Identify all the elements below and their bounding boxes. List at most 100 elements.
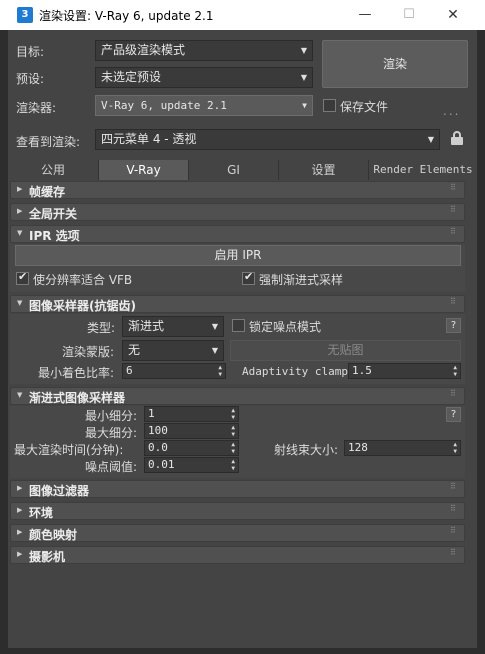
maximize-icon[interactable]: ☐	[387, 0, 431, 30]
rollout-ipr-options[interactable]: ▼ IPR 选项 ⠿	[10, 225, 465, 243]
noise-threshold-label: 噪点阈值:	[85, 460, 138, 474]
window-border-left	[0, 30, 8, 654]
window-title: 渲染设置: V-Ray 6, update 2.1	[39, 9, 214, 23]
tab-common[interactable]: 公用	[8, 160, 98, 180]
window-border-bottom	[0, 648, 485, 654]
rollout-global-switches[interactable]: ▶ 全局开关 ⠿	[10, 203, 465, 221]
rollout-title: 环境	[29, 506, 54, 520]
render-button[interactable]: 渲染	[322, 40, 468, 88]
minimize-icon[interactable]: —	[343, 0, 387, 30]
window-border-right	[477, 30, 485, 654]
no-map-button[interactable]: 无贴图	[230, 340, 461, 361]
grip-icon: ⠿	[450, 504, 456, 513]
lock-icon[interactable]	[451, 131, 463, 145]
rollout-title: 全局开关	[29, 207, 78, 221]
grip-icon: ⠿	[450, 227, 456, 236]
chevron-down-icon: ▼	[211, 346, 218, 355]
preset-label: 预设:	[16, 72, 45, 86]
grip-icon: ⠿	[450, 482, 456, 491]
adaptivity-label: Adaptivity clamp:	[242, 365, 355, 378]
render-mask-dropdown[interactable]: 无 ▼	[122, 340, 224, 361]
spinner-arrows-icon[interactable]: ▲ ▼	[231, 441, 235, 455]
expand-arrow-icon: ▶	[17, 484, 23, 492]
renderer-value: V-Ray 6, update 2.1	[101, 99, 227, 112]
max-subdivs-spinner[interactable]: 100 ▲ ▼	[144, 423, 239, 439]
target-label: 目标:	[16, 45, 45, 59]
tab-render-elements[interactable]: Render Elements	[368, 160, 477, 180]
rollout-frame-buffer[interactable]: ▶ 帧缓存 ⠿	[10, 181, 465, 199]
spinner-arrows-icon[interactable]: ▲ ▼	[218, 364, 222, 378]
force-progressive-checkbox[interactable]	[242, 270, 255, 285]
rollout-image-filter[interactable]: ▶ 图像过滤器 ⠿	[10, 480, 465, 498]
rollout-title: 帧缓存	[29, 185, 66, 199]
min-shading-value: 6	[126, 364, 133, 377]
spinner-arrows-icon[interactable]: ▲ ▼	[453, 364, 457, 378]
min-subdivs-label: 最小细分:	[85, 409, 138, 423]
sampler-type-dropdown[interactable]: 渐进式 ▼	[122, 316, 224, 337]
collapse-arrow-icon: ▼	[17, 391, 23, 399]
render-mask-label: 渲染蒙版:	[62, 345, 115, 359]
expand-arrow-icon: ▶	[17, 185, 23, 193]
rollout-title: 摄影机	[29, 550, 66, 564]
rollout-color-mapping[interactable]: ▶ 颜色映射 ⠿	[10, 524, 465, 542]
noise-threshold-spinner[interactable]: 0.01 ▲ ▼	[144, 457, 239, 473]
fit-resolution-checkbox[interactable]	[16, 270, 29, 285]
save-file-label: 保存文件	[340, 100, 389, 114]
spinner-arrows-icon[interactable]: ▲ ▼	[231, 458, 235, 472]
grip-icon: ⠿	[450, 548, 456, 557]
view-value: 四元菜单 4 - 透视	[101, 132, 197, 146]
progressive-help-button[interactable]: ?	[446, 407, 461, 422]
app-icon: 3	[17, 7, 33, 23]
min-shading-spinner[interactable]: 6 ▲ ▼	[122, 363, 226, 379]
bundle-size-spinner[interactable]: 128 ▲ ▼	[344, 440, 461, 456]
sampler-type-value: 渐进式	[128, 319, 165, 333]
spinner-arrows-icon[interactable]: ▲ ▼	[231, 424, 235, 438]
rollout-title: 图像采样器(抗锯齿)	[29, 299, 136, 313]
spinner-arrows-icon[interactable]: ▲ ▼	[231, 407, 235, 421]
save-file-browse-button[interactable]: ...	[443, 104, 460, 118]
rollout-title: 颜色映射	[29, 528, 78, 542]
grip-icon: ⠿	[450, 205, 456, 214]
min-subdivs-spinner[interactable]: 1 ▲ ▼	[144, 406, 239, 422]
grip-icon: ⠿	[450, 526, 456, 535]
renderer-dropdown[interactable]: V-Ray 6, update 2.1 ▼	[95, 95, 313, 116]
enable-ipr-button[interactable]: 启用 IPR	[15, 245, 461, 266]
tab-settings[interactable]: 设置	[278, 160, 368, 180]
lock-noise-label: 锁定噪点模式	[249, 320, 322, 334]
preset-value: 未选定预设	[101, 70, 162, 84]
rollout-progressive-sampler[interactable]: ▼ 渐进式图像采样器 ⠿	[10, 387, 465, 405]
rollout-title: 图像过滤器	[29, 484, 90, 498]
tab-bar: 公用 V-Ray GI 设置 Render Elements	[8, 160, 477, 180]
target-dropdown[interactable]: 产品级渲染模式 ▼	[95, 40, 313, 61]
tab-gi[interactable]: GI	[188, 160, 278, 180]
lock-noise-checkbox[interactable]	[232, 319, 245, 332]
sampler-help-button[interactable]: ?	[446, 318, 461, 333]
rollout-image-sampler[interactable]: ▼ 图像采样器(抗锯齿) ⠿	[10, 295, 465, 313]
view-dropdown[interactable]: 四元菜单 4 - 透视 ▼	[95, 129, 440, 150]
save-file-checkbox[interactable]	[323, 99, 336, 112]
rollout-environment[interactable]: ▶ 环境 ⠿	[10, 502, 465, 520]
max-time-spinner[interactable]: 0.0 ▲ ▼	[144, 440, 239, 456]
adaptivity-spinner[interactable]: 1.5 ▲ ▼	[348, 363, 461, 379]
chevron-down-icon: ▼	[300, 46, 307, 55]
close-icon[interactable]: ✕	[431, 0, 475, 30]
chevron-down-icon: ▼	[211, 322, 218, 331]
grip-icon: ⠿	[450, 389, 456, 398]
collapse-arrow-icon: ▼	[17, 229, 23, 237]
expand-arrow-icon: ▶	[17, 550, 23, 558]
min-subdivs-value: 1	[148, 407, 155, 420]
tab-vray[interactable]: V-Ray	[98, 160, 188, 180]
max-time-label: 最大渲染时间(分钟):	[14, 443, 124, 457]
rollout-title: IPR 选项	[29, 229, 80, 243]
min-shading-label: 最小着色比率:	[38, 366, 115, 380]
spinner-arrows-icon[interactable]: ▲ ▼	[453, 441, 457, 455]
view-label: 查看到渲染:	[16, 135, 81, 149]
rollout-camera[interactable]: ▶ 摄影机 ⠿	[10, 546, 465, 564]
force-progressive-label: 强制渐进式采样	[259, 273, 344, 287]
max-subdivs-label: 最大细分:	[85, 426, 138, 440]
preset-dropdown[interactable]: 未选定预设 ▼	[95, 67, 313, 88]
chevron-down-icon: ▼	[300, 73, 307, 82]
rollout-title: 渐进式图像采样器	[29, 391, 126, 405]
grip-icon: ⠿	[450, 297, 456, 306]
collapse-arrow-icon: ▼	[17, 299, 23, 307]
